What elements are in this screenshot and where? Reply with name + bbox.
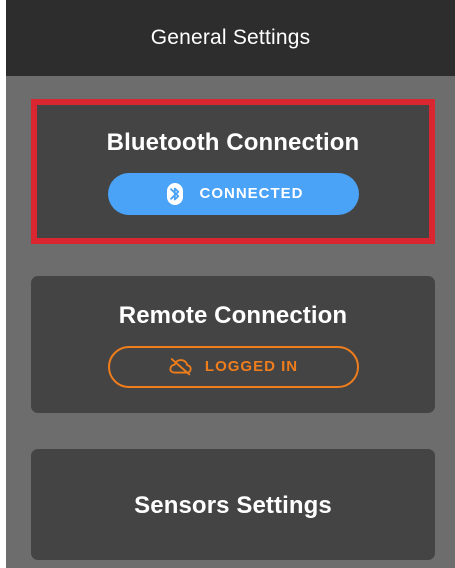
settings-list: Bluetooth Connection CONNECTED Remote Co… — [6, 76, 455, 568]
sensors-settings-title: Sensors Settings — [134, 491, 332, 519]
bluetooth-status-label: CONNECTED — [199, 185, 304, 202]
remote-status-label: LOGGED IN — [204, 358, 299, 375]
screen-edge — [0, 0, 6, 568]
remote-connection-title: Remote Connection — [118, 301, 348, 329]
sensors-settings-card[interactable]: Sensors Settings — [31, 449, 435, 560]
bluetooth-status-button[interactable]: CONNECTED — [107, 172, 359, 215]
remote-status-button[interactable]: LOGGED IN — [107, 345, 359, 388]
page-header: General Settings — [6, 0, 455, 76]
bluetooth-connection-card[interactable]: Bluetooth Connection CONNECTED — [31, 99, 435, 244]
bluetooth-connection-title: Bluetooth Connection — [106, 128, 360, 156]
page-title: General Settings — [150, 26, 311, 49]
bluetooth-icon — [162, 181, 187, 206]
cloud-off-icon — [168, 354, 193, 379]
app-screen: General Settings Bluetooth Connection CO… — [0, 0, 455, 568]
remote-connection-card[interactable]: Remote Connection LOGGED IN — [31, 276, 435, 413]
